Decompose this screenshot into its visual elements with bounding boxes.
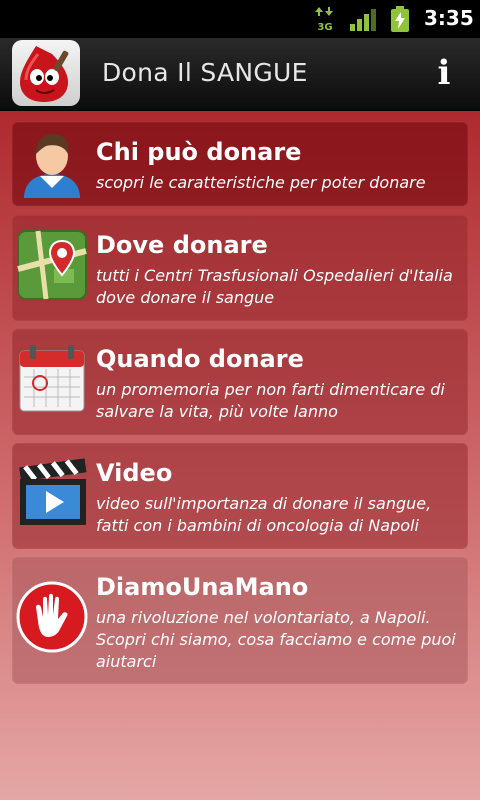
menu-item-title: Video <box>96 459 173 487</box>
battery-charging-icon <box>391 6 409 32</box>
svg-text:3G: 3G <box>317 22 332 32</box>
info-button[interactable]: i <box>428 50 460 96</box>
menu-item-quando-donare[interactable]: Quando donare un promemoria per non fart… <box>12 329 468 435</box>
menu-item-title: DiamoUnaMano <box>96 573 309 601</box>
menu-item-diamounamano[interactable]: DiamoUnaMano una rivoluzione nel volonta… <box>12 557 468 684</box>
signal-icon <box>350 9 376 31</box>
menu-item-dove-donare[interactable]: Dove donare tutti i Centri Trasfusionali… <box>12 215 468 321</box>
video-clapper-icon <box>19 458 87 525</box>
app-title: Dona Il SANGUE <box>102 58 308 87</box>
menu-item-title: Chi può donare <box>96 138 302 166</box>
info-icon: i <box>437 53 451 93</box>
hand-icon <box>16 581 88 653</box>
person-icon <box>24 134 80 198</box>
menu-item-chi-puo-donare[interactable]: Chi può donare scopri le caratteristiche… <box>12 122 468 206</box>
calendar-icon <box>19 345 85 412</box>
menu-item-video[interactable]: Video video sull'importanza di donare il… <box>12 443 468 549</box>
map-pin-icon <box>17 230 87 300</box>
menu-item-description: tutti i Centri Trasfusionali Ospedalieri… <box>96 266 453 307</box>
menu-item-description: un promemoria per non farti dimenticare … <box>96 380 445 421</box>
status-time: 3:35 <box>424 6 474 30</box>
title-bar: Dona Il SANGUE i <box>0 38 480 111</box>
menu-item-description: video sull'importanza di donare il sangu… <box>96 494 432 535</box>
menu-item-title: Quando donare <box>96 345 304 373</box>
status-bar: 3G 3:35 <box>0 0 480 38</box>
menu-item-description: una rivoluzione nel volontariato, a Napo… <box>96 608 456 671</box>
app-logo <box>12 40 80 106</box>
menu-item-title: Dove donare <box>96 231 268 259</box>
menu-item-description: scopri le caratteristiche per poter dona… <box>96 173 426 192</box>
blood-drop-logo-icon <box>20 46 69 102</box>
data-3g-icon: 3G <box>315 7 333 32</box>
